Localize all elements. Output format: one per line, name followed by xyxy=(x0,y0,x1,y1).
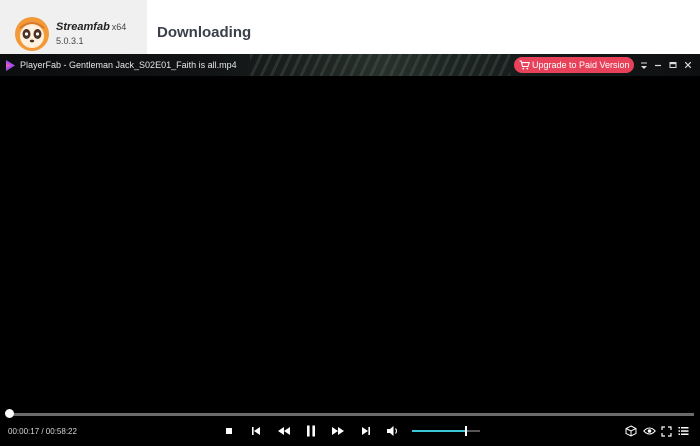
dropdown-icon xyxy=(641,62,647,69)
eye-icon xyxy=(642,427,656,435)
playlist-icon xyxy=(678,427,688,435)
seek-bar[interactable] xyxy=(6,413,694,416)
app-header: Streamfab x64 5.0.3.1 Downloading xyxy=(0,0,700,54)
cart-icon xyxy=(519,60,530,70)
next-button[interactable] xyxy=(359,424,373,438)
titlebar-video-bleed xyxy=(250,54,510,76)
seek-bar-handle[interactable] xyxy=(5,409,15,418)
page-title: Downloading xyxy=(157,24,252,41)
brand-arch: x64 xyxy=(111,22,127,32)
player-titlebar[interactable]: PlayerFab - Gentleman Jack_S02E01_Faith … xyxy=(0,54,700,76)
streamfab-logo-icon xyxy=(15,17,49,51)
previous-icon xyxy=(252,427,260,435)
view-mode-button[interactable] xyxy=(642,424,656,438)
close-icon xyxy=(684,61,692,69)
rewind-button[interactable] xyxy=(277,424,291,438)
video-area[interactable] xyxy=(0,76,700,414)
stop-button[interactable] xyxy=(222,424,236,438)
restore-icon xyxy=(669,62,677,68)
logo-panel: Streamfab x64 5.0.3.1 xyxy=(0,0,147,54)
upgrade-button[interactable]: Upgrade to Paid Version xyxy=(514,57,634,73)
minimize-icon xyxy=(655,64,661,67)
previous-button[interactable] xyxy=(249,424,263,438)
fast-forward-icon xyxy=(332,427,344,435)
3d-cube-icon xyxy=(625,425,637,437)
fullscreen-icon xyxy=(660,425,672,437)
fast-forward-button[interactable] xyxy=(331,424,345,438)
app-version: 5.0.3.1 xyxy=(56,36,84,46)
volume-button[interactable] xyxy=(386,424,400,438)
playlist-button[interactable] xyxy=(676,424,690,438)
fullscreen-button[interactable] xyxy=(659,424,673,438)
time-readout: 00:00:17 / 00:58:22 xyxy=(8,427,77,436)
volume-slider[interactable] xyxy=(412,430,480,432)
playerfab-logo-icon xyxy=(6,60,15,71)
pause-icon xyxy=(307,425,315,437)
volume-icon xyxy=(387,426,398,436)
volume-slider-fill xyxy=(412,430,467,432)
rewind-icon xyxy=(278,427,290,435)
stop-icon xyxy=(226,428,232,434)
pause-button[interactable] xyxy=(304,424,318,438)
3d-mode-button[interactable] xyxy=(624,424,638,438)
volume-slider-handle[interactable] xyxy=(465,426,468,436)
dropdown-button[interactable] xyxy=(638,58,650,72)
restore-button[interactable] xyxy=(667,58,679,72)
player-window: PlayerFab - Gentleman Jack_S02E01_Faith … xyxy=(0,54,700,446)
upgrade-button-label: Upgrade to Paid Version xyxy=(532,60,630,70)
close-button[interactable] xyxy=(682,58,694,72)
next-icon xyxy=(362,427,370,435)
player-title: PlayerFab - Gentleman Jack_S02E01_Faith … xyxy=(20,60,237,70)
brand-name: Streamfab x64 xyxy=(56,21,127,33)
minimize-button[interactable] xyxy=(652,58,664,72)
